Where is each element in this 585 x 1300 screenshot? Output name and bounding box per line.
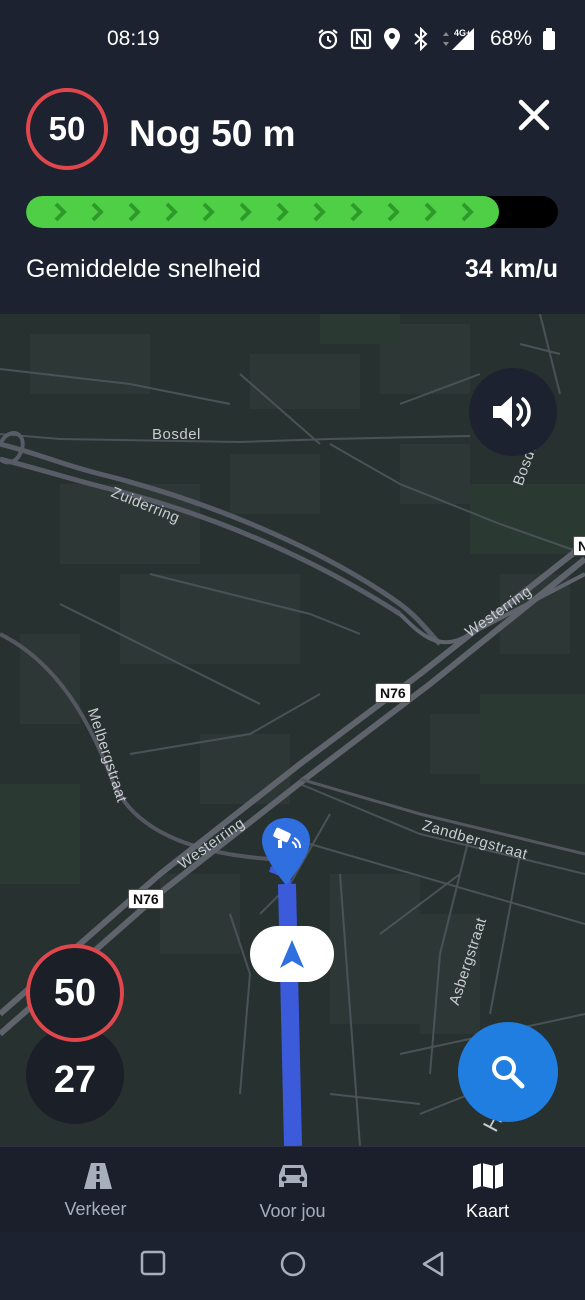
tab-label-verkeer: Verkeer — [64, 1199, 127, 1219]
road-icon — [83, 1163, 112, 1189]
back-button[interactable] — [420, 1250, 446, 1283]
progress-chevron — [276, 202, 289, 222]
signal-icon: 4G+ — [443, 28, 474, 50]
progress-chevron — [165, 202, 178, 222]
street-label-bosdel: Bosdel — [152, 426, 201, 443]
nfc-icon — [350, 28, 372, 50]
progress-chevron — [91, 202, 104, 222]
speaker-icon — [493, 396, 531, 428]
road-shield-edge: N — [573, 536, 585, 556]
sound-toggle-button[interactable] — [469, 368, 557, 456]
close-button[interactable] — [512, 93, 556, 137]
progress-chevron — [128, 202, 141, 222]
vehicle-position-marker — [250, 926, 334, 982]
status-time: 08:19 — [107, 27, 160, 50]
battery-percentage: 68% — [490, 27, 533, 50]
battery-icon — [543, 28, 556, 50]
road-shield-n76-lower: N76 — [128, 889, 164, 909]
speed-limit-sign: 50 — [26, 88, 108, 170]
route-progress-fill — [26, 196, 499, 228]
search-button[interactable] — [458, 1022, 558, 1122]
bottom-navigation: Verkeer Voor jou Kaart — [0, 1146, 585, 1233]
car-icon — [278, 1165, 307, 1187]
status-icons: 4G+ 68% — [316, 26, 556, 52]
home-button[interactable] — [279, 1250, 307, 1283]
tab-voor-jou[interactable]: Voor jou — [195, 1147, 390, 1233]
map-speed-limit-sign: 50 — [26, 944, 124, 1042]
road-shield-n76: N76 — [375, 683, 411, 703]
recent-apps-button[interactable] — [140, 1250, 166, 1281]
progress-chevron — [461, 202, 474, 222]
location-icon — [384, 28, 400, 50]
status-bar: 08:19 4G+ 68% — [0, 0, 585, 78]
tab-kaart[interactable]: Kaart — [390, 1147, 585, 1233]
recent-apps-icon — [140, 1250, 166, 1276]
distance-remaining: Nog 50 m — [129, 113, 296, 154]
progress-chevron — [424, 202, 437, 222]
close-icon — [518, 99, 550, 131]
progress-chevron — [239, 202, 252, 222]
progress-chevron — [350, 202, 363, 222]
progress-chevron — [387, 202, 400, 222]
tab-verkeer[interactable]: Verkeer — [0, 1147, 195, 1233]
map-icon — [472, 1163, 503, 1189]
average-speed-label: Gemiddelde snelheid — [26, 255, 261, 283]
navigation-header: 50 Nog 50 m Gemiddelde snelheid 34 km/u — [0, 78, 585, 314]
progress-chevron — [313, 202, 326, 222]
navigation-arrow-icon — [280, 940, 304, 968]
route-progress-bar — [26, 196, 558, 228]
speed-camera-icon — [262, 818, 310, 885]
home-icon — [280, 1251, 306, 1277]
back-icon — [422, 1251, 444, 1277]
network-type: 4G+ — [454, 28, 471, 38]
average-speed-value: 34 km/u — [464, 255, 558, 283]
speed-camera-pin[interactable] — [260, 816, 312, 893]
bluetooth-icon — [414, 27, 428, 51]
progress-chevrons — [54, 202, 474, 222]
map-view[interactable]: Bosdel Bosdel Zuiderring Westerring West… — [0, 314, 585, 1146]
search-icon — [492, 1056, 525, 1089]
progress-chevron — [202, 202, 215, 222]
alarm-icon — [318, 29, 338, 50]
progress-chevron — [54, 202, 67, 222]
tab-label-kaart: Kaart — [465, 1201, 510, 1221]
system-navigation-bar — [0, 1232, 585, 1300]
tab-label-voor-jou: Voor jou — [259, 1201, 326, 1221]
